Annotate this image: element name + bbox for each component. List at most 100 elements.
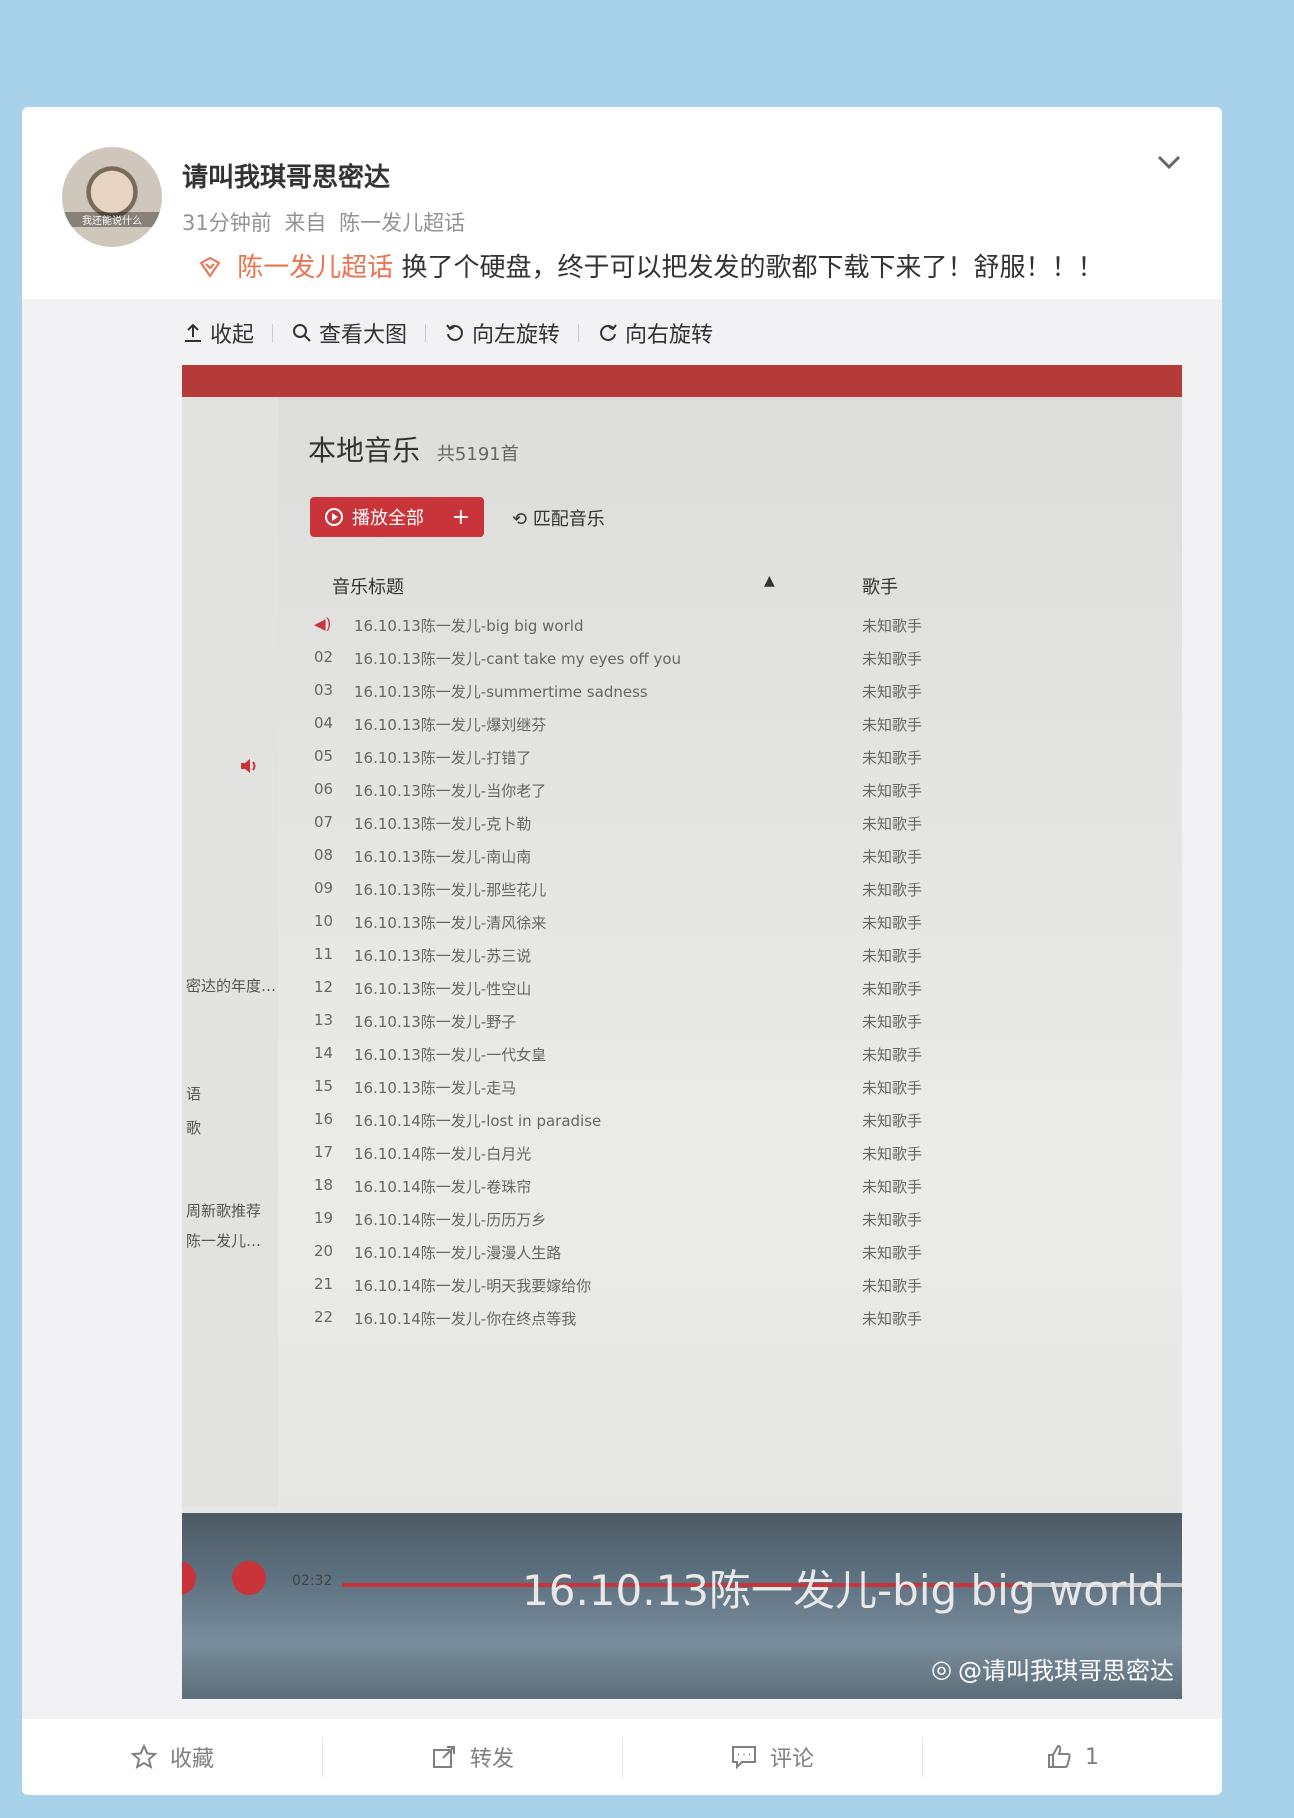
song-number: 19 (314, 1209, 334, 1227)
thumbs-up-icon (1048, 1744, 1071, 1768)
song-artist: 未知歌手 (862, 1145, 923, 1163)
song-row: 22 16.10.14陈一发儿-你在终点等我 未知歌手 (182, 1308, 1182, 1342)
comment-label: 评论 (769, 1747, 814, 1772)
play-all-label: 播放全部 (352, 508, 424, 529)
chevron-down-icon[interactable] (1154, 147, 1184, 177)
song-title: 16.10.13陈一发儿-爆刘继芬 (354, 716, 547, 734)
song-artist: 未知歌手 (862, 617, 923, 635)
song-title: 16.10.13陈一发儿-性空山 (354, 980, 532, 998)
song-title: 16.10.13陈一发儿-南山南 (354, 848, 532, 866)
collapse-button[interactable]: 收起 (182, 317, 254, 349)
song-row: 20 16.10.14陈一发儿-漫漫人生路 未知歌手 (182, 1242, 1182, 1276)
refresh-icon: ⟲ (512, 509, 533, 530)
rotate-right-icon (600, 324, 617, 341)
post-source[interactable]: 陈一发儿超话 (339, 211, 465, 235)
rotate-left-button[interactable]: 向左旋转 (444, 317, 560, 349)
rotate-right-button[interactable]: 向右旋转 (597, 317, 713, 349)
avatar[interactable]: 我还能说什么 (62, 147, 162, 247)
now-playing-icon: ◀) (314, 615, 332, 633)
library-count: 共5191首 (436, 444, 519, 465)
song-title: 16.10.13陈一发儿-一代女皇 (354, 1046, 547, 1064)
post-card: 我还能说什么 请叫我琪哥思密达 31分钟前 来自 陈一发儿超话 陈一发儿超话 换… (22, 107, 1222, 1795)
weibo-logo-icon: ◎ (931, 1654, 952, 1683)
song-number: 12 (314, 978, 334, 996)
plus-icon: + (451, 504, 470, 530)
like-button[interactable]: 1 (922, 1719, 1222, 1795)
song-number: 18 (314, 1176, 334, 1194)
rotate-left-label: 向左旋转 (472, 323, 561, 348)
song-number: 06 (314, 780, 334, 798)
song-row: 02 16.10.13陈一发儿-cant take my eyes off you… (182, 648, 1182, 682)
search-icon (293, 324, 311, 342)
source-prefix: 来自 (284, 211, 327, 235)
song-title: 16.10.14陈一发儿-明天我要嫁给你 (354, 1277, 592, 1295)
now-playing-caption: 16.10.13陈一发儿-big big world (522, 1566, 1165, 1615)
song-row: 05 16.10.13陈一发儿-打错了 未知歌手 (182, 747, 1182, 781)
song-row: 09 16.10.13陈一发儿-那些花儿 未知歌手 (182, 879, 1182, 913)
view-large-button[interactable]: 查看大图 (291, 317, 407, 349)
song-number: 04 (314, 714, 334, 732)
match-label: 匹配音乐 (532, 509, 605, 530)
song-artist: 未知歌手 (862, 683, 923, 701)
post-time[interactable]: 31分钟前 (182, 211, 272, 235)
current-time: 02:32 (292, 1573, 333, 1589)
song-artist: 未知歌手 (862, 815, 923, 833)
song-row: 21 16.10.14陈一发儿-明天我要嫁给你 未知歌手 (182, 1275, 1182, 1309)
post-text: 陈一发儿超话 换了个硬盘，终于可以把发发的歌都下载下来了！舒服！！！ (197, 247, 1104, 284)
song-artist: 未知歌手 (862, 782, 923, 800)
favorite-button[interactable]: 收藏 (22, 1719, 322, 1795)
song-row: 11 16.10.13陈一发儿-苏三说 未知歌手 (182, 945, 1182, 979)
song-number: 11 (314, 945, 334, 963)
song-number: 08 (314, 846, 334, 864)
song-artist: 未知歌手 (862, 650, 923, 668)
song-number: 10 (314, 912, 334, 930)
song-row: 17 16.10.14陈一发儿-白月光 未知歌手 (182, 1143, 1182, 1177)
song-title: 16.10.13陈一发儿-打错了 (354, 749, 532, 767)
collapse-label: 收起 (210, 323, 255, 348)
column-artist: 歌手 (862, 577, 898, 598)
divider (578, 324, 580, 342)
action-bar: 收藏 转发 评论 1 (22, 1718, 1222, 1795)
song-number: 13 (314, 1011, 334, 1029)
supertopic-icon (199, 256, 221, 278)
song-artist: 未知歌手 (862, 716, 923, 734)
username[interactable]: 请叫我琪哥思密达 (182, 157, 390, 194)
song-artist: 未知歌手 (862, 1046, 923, 1064)
song-number: 05 (314, 747, 334, 765)
repost-button[interactable]: 转发 (322, 1719, 622, 1795)
media-section: 收起 查看大图 向左旋转 向右旋转 密达的年度… 语 歌 周新歌推荐 陈一发儿…… (22, 299, 1222, 1719)
song-number: 14 (314, 1044, 334, 1062)
song-title: 16.10.13陈一发儿-清风徐来 (354, 914, 547, 932)
topic-link[interactable]: 陈一发儿超话 (237, 253, 393, 283)
song-artist: 未知歌手 (862, 848, 923, 866)
song-artist: 未知歌手 (862, 1079, 923, 1097)
player-titlebar (182, 365, 1182, 397)
song-row: 06 16.10.13陈一发儿-当你老了 未知歌手 (182, 780, 1182, 814)
song-artist: 未知歌手 (862, 1013, 923, 1031)
song-title: 16.10.13陈一发儿-big big world (354, 617, 584, 635)
post-body: 换了个硬盘，终于可以把发发的歌都下载下来了！舒服！！！ (401, 253, 1104, 283)
comment-button[interactable]: 评论 (622, 1719, 922, 1795)
song-title: 16.10.13陈一发儿-走马 (354, 1079, 517, 1097)
post-photo[interactable]: 密达的年度… 语歌周新歌推荐 陈一发儿… 本地音乐 共5191首 播放全部 + ⟲ … (182, 365, 1182, 1699)
song-artist: 未知歌手 (862, 914, 923, 932)
song-number: 20 (314, 1242, 334, 1260)
song-title: 16.10.14陈一发儿-lost in paradise (354, 1112, 602, 1130)
image-toolbar: 收起 查看大图 向左旋转 向右旋转 (182, 313, 713, 353)
song-number: 22 (314, 1308, 334, 1326)
song-title: 16.10.13陈一发儿-克卜勒 (354, 815, 532, 833)
song-artist: 未知歌手 (862, 1244, 923, 1262)
song-number: 07 (314, 813, 334, 831)
song-title: 16.10.14陈一发儿-卷珠帘 (354, 1178, 532, 1196)
star-icon (130, 1743, 158, 1770)
song-title: 16.10.14陈一发儿-漫漫人生路 (354, 1244, 562, 1262)
song-artist: 未知歌手 (862, 881, 923, 899)
column-title: 音乐标题 (332, 577, 404, 598)
song-title: 16.10.14陈一发儿-白月光 (354, 1145, 532, 1163)
play-icon (325, 508, 343, 526)
song-number: 15 (314, 1077, 334, 1095)
song-title: 16.10.14陈一发儿-历历万乡 (354, 1211, 547, 1229)
weibo-watermark: ◎ @请叫我琪哥思密达 (931, 1651, 1174, 1686)
song-title: 16.10.13陈一发儿-野子 (354, 1013, 517, 1031)
song-title: 16.10.13陈一发儿-cant take my eyes off you (354, 650, 682, 668)
